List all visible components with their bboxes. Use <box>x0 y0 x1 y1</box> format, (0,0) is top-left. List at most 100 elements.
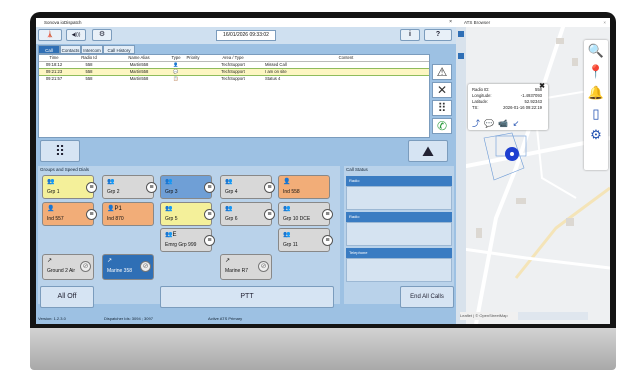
call-status-telephone-area <box>346 258 452 282</box>
gear-icon[interactable]: ⚙ <box>584 124 608 145</box>
tile-menu-button[interactable]: ≡ <box>204 235 215 246</box>
info-button[interactable]: i <box>400 29 420 41</box>
tile-label: Ind 870 <box>107 216 124 222</box>
popup-value: 2026-01-16 09:22:19 <box>503 105 542 110</box>
tab-call-history[interactable]: Call History <box>103 45 135 54</box>
speed-dial-tile[interactable]: 👥 Grp 11 ≡ <box>278 228 333 252</box>
map-icon: ⛰ <box>422 143 434 159</box>
mute-icon: ⚠ <box>436 65 448 79</box>
clear-button[interactable]: ✕ <box>432 82 452 98</box>
tab-intercom[interactable]: Intercom <box>81 45 103 54</box>
status-bar: Version: 1.2.3.0 Dispatcher Ids: 3094 ; … <box>36 314 456 324</box>
group-icon: 👥 <box>283 206 291 212</box>
speed-dial-tile[interactable]: 👤 Ind 558 <box>278 175 330 199</box>
tile-menu-button[interactable]: ≡ <box>264 182 275 193</box>
ats-status-text: Active ATS Primary <box>208 316 243 321</box>
tile-menu-button[interactable]: ≡ <box>322 235 333 246</box>
popup-key: Longitude: <box>472 93 492 98</box>
map-titlebar: ATS Browser × <box>456 18 610 27</box>
table-row[interactable]: 09:21:23 558 Martin558 💬 TechSupport I a… <box>39 67 429 76</box>
phone-icon: ✆ <box>436 119 448 133</box>
dispatch-toolbar: 🗼 ◀))) ⚙ 16/01/2026 09:33:02 i ? <box>36 27 456 44</box>
settings-button[interactable]: ⚙ <box>92 29 112 41</box>
close-window-button[interactable]: × <box>449 18 452 27</box>
tab-call-stack[interactable]: Call Stack <box>38 45 60 62</box>
speed-dial-tile[interactable]: ↗ Marine R7 ⊘ <box>220 254 272 280</box>
speed-dial-tile[interactable]: 👥 Grp 4 ≡ <box>220 175 275 199</box>
tile-label: Grp 1 <box>47 189 60 195</box>
alert-button[interactable]: 🗼 <box>38 29 62 41</box>
tile-label: Grp 3 <box>165 189 178 195</box>
clock-display: 16/01/2026 09:33:02 <box>216 30 276 41</box>
help-button[interactable]: ? <box>424 29 452 41</box>
photo-frame: Sonova ioDispatch × 🗼 ◀))) ⚙ 16/01/2026 … <box>0 0 627 385</box>
mute-button[interactable]: ⚠ <box>432 64 452 80</box>
group-icon: 👥 <box>283 232 291 238</box>
group-icon: 👥 <box>165 206 173 212</box>
speed-dial-tile[interactable]: 👤 Ind 557 ≡ <box>42 202 97 226</box>
tile-menu-button[interactable]: ≡ <box>264 209 275 220</box>
table-row[interactable]: 09:21:57 558 Martin558 📋 TechSupport Sta… <box>39 75 429 82</box>
cell-time: 09:18:12 <box>45 62 63 67</box>
disabled-icon: ⊘ <box>80 261 91 272</box>
popup-action-icons[interactable]: ⤴ 💬 📹 ↙ <box>472 118 520 129</box>
speaker-button[interactable]: ◀))) <box>66 29 86 41</box>
group-icon: 👥 <box>225 206 233 212</box>
speed-dial-tile[interactable]: 👥 Grp 10 DCE ≡ <box>278 202 333 226</box>
speed-dial-tile[interactable]: 👥 Grp 6 ≡ <box>220 202 275 226</box>
cell-alias: Martin558 <box>129 62 149 67</box>
dispatch-window-title: Sonova ioDispatch <box>44 20 82 25</box>
tab-contacts[interactable]: Contacts <box>60 45 81 54</box>
zoom-in-button[interactable] <box>458 31 464 37</box>
map-window-title: ATS Browser <box>464 20 491 25</box>
tile-menu-button[interactable]: ≡ <box>204 182 215 193</box>
speed-dial-tile[interactable]: 👤P1 Ind 870 <box>102 202 154 226</box>
speed-dial-tile[interactable]: 👥 Grp 3 ≡ <box>160 175 215 199</box>
message-icon: 💬 <box>169 67 183 76</box>
zoom-out-button[interactable] <box>458 53 464 59</box>
map-button[interactable]: ⛰ <box>408 140 448 162</box>
speed-dial-tile[interactable]: ↗ Marine 358 ⊘ <box>102 254 154 280</box>
call-status-label: Call Status <box>346 167 368 172</box>
table-row[interactable]: 09:18:12 558 Martin558 👤 TechSupport Mis… <box>39 61 429 68</box>
tile-menu-button[interactable]: ≡ <box>322 209 333 220</box>
speed-dial-tile[interactable]: 👥 Grp 2 ≡ <box>102 175 157 199</box>
speed-dial-tile[interactable]: 👥E Emrg Grp 999 ≡ <box>160 228 215 252</box>
map-scale-bar <box>518 312 588 320</box>
speed-dial-tile[interactable]: 👥 Grp 5 ≡ <box>160 202 215 226</box>
tile-label: Grp 6 <box>225 216 238 222</box>
dialpad-button[interactable]: ⠿ <box>432 100 452 116</box>
group-icon: 👥 <box>225 179 233 185</box>
cell-area: TechSupport <box>221 76 245 81</box>
speaker-icon: ◀))) <box>71 32 81 38</box>
cell-radio-id: 558 <box>85 62 93 67</box>
radio-device-icon[interactable]: ▯ <box>584 103 608 124</box>
tile-label: Ind 557 <box>47 216 64 222</box>
speed-dial-tile[interactable]: ↗ Ground 2 Air ⊘ <box>42 254 94 280</box>
ptt-button[interactable]: PTT <box>160 286 334 308</box>
tile-menu-button[interactable]: ≡ <box>204 209 215 220</box>
status-icon: 📋 <box>173 75 179 81</box>
answer-call-button[interactable]: ✆ <box>432 118 452 134</box>
map-attribution: Leaflet | © OpenStreetMap <box>460 312 518 320</box>
tile-label: Emrg Grp 999 <box>165 242 197 248</box>
call-status-telephone-header: Telephone <box>346 248 452 258</box>
tile-menu-button[interactable]: ≡ <box>86 209 97 220</box>
alarm-bell-icon[interactable]: 🔔 <box>584 82 608 103</box>
cell-alias: Martin558 <box>129 76 149 81</box>
call-stack-table: Time Radio Id Name Alias Type Priority A… <box>38 54 430 138</box>
disabled-icon: ⊘ <box>258 261 269 272</box>
keypad-button[interactable]: ⠿ <box>40 140 80 162</box>
location-pin-icon[interactable]: 📍 <box>584 61 608 82</box>
tile-label: Grp 5 <box>165 216 178 222</box>
speed-dial-tile[interactable]: 👥 Grp 1 ≡ <box>42 175 97 199</box>
close-map-button[interactable]: × <box>603 18 606 27</box>
tile-menu-button[interactable]: ≡ <box>86 182 97 193</box>
search-icon[interactable]: 🔍 <box>584 40 608 61</box>
all-off-button[interactable]: All Off <box>40 286 94 308</box>
cell-content: Missed Call <box>265 62 287 67</box>
cell-time: 09:21:23 <box>39 67 69 76</box>
end-all-calls-button[interactable]: End All Calls <box>400 286 454 308</box>
tile-menu-button[interactable]: ≡ <box>146 182 157 193</box>
cell-priority <box>183 61 203 68</box>
